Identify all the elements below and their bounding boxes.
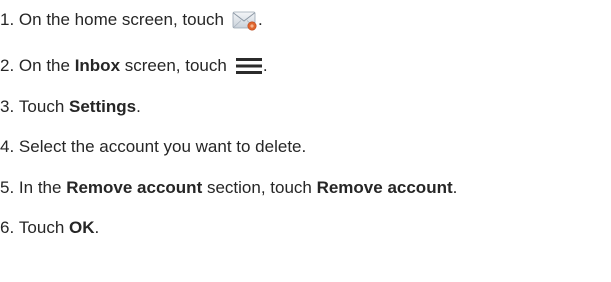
step-text: In the <box>18 178 67 197</box>
ui-term-inbox: Inbox <box>74 56 121 75</box>
ui-term-settings: Settings <box>69 97 137 116</box>
ui-term-remove-account-button: Remove account <box>316 178 453 197</box>
step-text-end: . <box>257 10 263 29</box>
ui-term-ok: OK <box>69 218 95 237</box>
step-text: On the home screen, touch <box>18 10 224 29</box>
step-5: 5. In the Remove account section, touch … <box>0 174 457 202</box>
step-number: 5. <box>0 178 15 197</box>
step-1: 1. On the home screen, touch . <box>0 6 263 34</box>
step-text-end: . <box>136 97 141 116</box>
step-4: 4. Select the account you want to delete… <box>0 133 306 161</box>
step-2: 2. On the Inbox screen, touch . <box>0 52 268 80</box>
menu-icon <box>235 58 262 74</box>
email-app-icon <box>232 11 257 31</box>
step-text-end: . <box>452 178 458 197</box>
step-text-middle: screen, touch <box>120 56 227 75</box>
step-number: 2. <box>0 56 15 75</box>
step-number: 1. <box>0 10 15 29</box>
step-text: On the <box>18 56 75 75</box>
step-number: 4. <box>0 137 15 156</box>
step-text: Touch <box>18 218 70 237</box>
step-text-middle: section, touch <box>202 178 317 197</box>
step-text-end: . <box>94 218 100 237</box>
ui-term-remove-account-section: Remove account <box>66 178 203 197</box>
step-6: 6. Touch OK. <box>0 214 99 242</box>
step-text-end: . <box>262 56 268 75</box>
step-text: Select the account you want to delete. <box>18 137 307 156</box>
step-number: 3. <box>0 97 15 116</box>
step-text: Touch <box>18 97 70 116</box>
step-number: 6. <box>0 218 15 237</box>
step-3: 3. Touch Settings. <box>0 93 141 121</box>
